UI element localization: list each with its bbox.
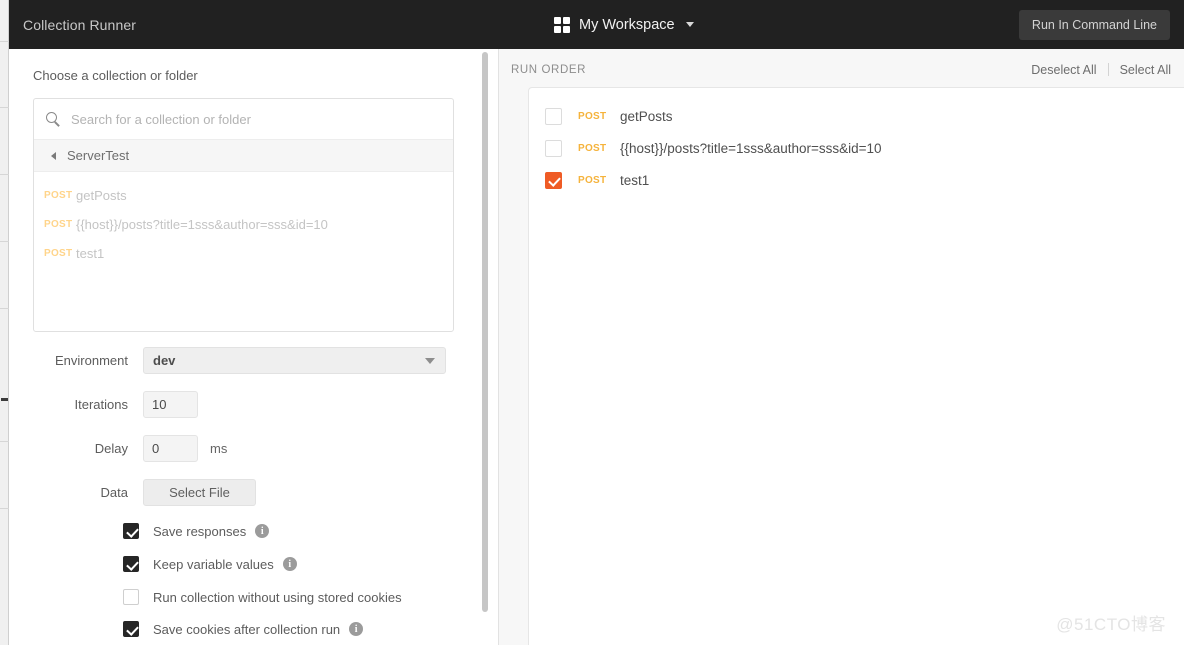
breadcrumb-label: ServerTest: [67, 148, 130, 163]
run-order-list: POST getPosts POST {{host}}/posts?title=…: [528, 87, 1184, 645]
iterations-row: Iterations: [33, 391, 473, 418]
delay-input[interactable]: [143, 435, 198, 462]
workspace-name: My Workspace: [579, 16, 675, 33]
choose-collection-label: Choose a collection or folder: [33, 68, 198, 83]
run-order-heading: RUN ORDER: [511, 63, 587, 76]
data-row: Data Select File: [33, 479, 473, 506]
search-row: [34, 99, 453, 140]
environment-row: Environment dev: [33, 347, 473, 374]
run-order-item[interactable]: POST test1: [529, 164, 1184, 196]
search-input[interactable]: [71, 111, 441, 127]
search-icon: [46, 111, 61, 127]
collection-runner-window: Collection Runner My Workspace Run In Co…: [0, 0, 1184, 645]
data-label: Data: [100, 485, 128, 500]
select-file-button[interactable]: Select File: [143, 479, 256, 506]
request-method: POST: [578, 110, 607, 122]
run-order-header: RUN ORDER Deselect All Select All: [499, 49, 1184, 90]
delay-label: Delay: [94, 441, 128, 456]
request-name: {{host}}/posts?title=1sss&author=sss&id=…: [76, 217, 328, 232]
option-run-without-cookies[interactable]: Run collection without using stored cook…: [123, 589, 402, 605]
divider: [1107, 63, 1109, 76]
watermark: @51CTO博客: [1056, 615, 1166, 634]
request-name: {{host}}/posts?title=1sss&author=sss&id=…: [620, 140, 882, 156]
environment-label: Environment: [55, 353, 128, 368]
iterations-input[interactable]: [143, 391, 198, 418]
request-method: POST: [44, 190, 73, 201]
request-name: getPosts: [620, 108, 673, 124]
sidebar-drag-handle[interactable]: [1, 398, 8, 401]
checkbox[interactable]: [545, 171, 562, 189]
option-keep-variable-values[interactable]: Keep variable values i: [123, 556, 297, 572]
checkbox[interactable]: [545, 139, 562, 157]
list-item[interactable]: POST getPosts: [34, 181, 453, 210]
request-method: POST: [578, 142, 607, 154]
delay-row: Delay ms: [33, 435, 473, 462]
request-name: test1: [620, 172, 650, 188]
workspace-selector[interactable]: My Workspace: [548, 10, 700, 40]
run-order-actions: Deselect All Select All: [1031, 63, 1171, 77]
run-in-command-line-button[interactable]: Run In Command Line: [1018, 9, 1170, 40]
option-label: Save responses: [153, 523, 247, 539]
collection-config-panel: Choose a collection or folder ServerTest…: [10, 49, 490, 645]
request-method: POST: [44, 248, 73, 259]
checkbox[interactable]: [545, 107, 562, 125]
checkbox[interactable]: [123, 556, 139, 572]
select-all-button[interactable]: Select All: [1120, 63, 1171, 77]
deselect-all-button[interactable]: Deselect All: [1031, 63, 1096, 77]
info-icon[interactable]: i: [255, 524, 270, 538]
run-order-item[interactable]: POST getPosts: [529, 100, 1184, 132]
iterations-label: Iterations: [74, 397, 128, 412]
grid-icon: [554, 16, 570, 33]
app-chrome-strip: [0, 0, 9, 645]
delay-unit: ms: [210, 441, 228, 456]
info-icon[interactable]: i: [282, 557, 297, 571]
info-icon[interactable]: i: [349, 622, 364, 636]
checkbox[interactable]: [123, 621, 139, 637]
run-order-panel: RUN ORDER Deselect All Select All POST g…: [499, 49, 1184, 645]
window-title: Collection Runner: [23, 16, 136, 33]
list-item[interactable]: POST {{host}}/posts?title=1sss&author=ss…: [34, 210, 453, 239]
option-save-cookies[interactable]: Save cookies after collection run i: [123, 621, 364, 637]
collection-request-list: POST getPosts POST {{host}}/posts?title=…: [34, 172, 453, 268]
checkbox[interactable]: [123, 589, 139, 605]
run-order-item[interactable]: POST {{host}}/posts?title=1sss&author=ss…: [529, 132, 1184, 164]
list-item[interactable]: POST test1: [34, 239, 453, 268]
breadcrumb[interactable]: ServerTest: [34, 140, 453, 172]
left-panel-scrollbar[interactable]: [482, 52, 488, 642]
option-label: Keep variable values: [153, 556, 274, 572]
request-name: test1: [76, 246, 105, 261]
collection-chooser: ServerTest POST getPosts POST {{host}}/p…: [33, 98, 454, 332]
environment-value: dev: [153, 353, 176, 368]
option-label: Save cookies after collection run: [153, 621, 341, 637]
checkbox[interactable]: [123, 523, 139, 539]
request-name: getPosts: [76, 188, 127, 203]
chevron-left-icon: [51, 151, 56, 160]
environment-select[interactable]: dev: [143, 347, 446, 374]
request-method: POST: [44, 219, 73, 230]
request-method: POST: [578, 174, 607, 186]
option-label: Run collection without using stored cook…: [153, 589, 402, 605]
option-save-responses[interactable]: Save responses i: [123, 523, 270, 539]
chevron-down-icon: [685, 22, 694, 27]
chevron-down-icon: [425, 357, 435, 364]
title-bar: Collection Runner My Workspace Run In Co…: [9, 0, 1184, 49]
